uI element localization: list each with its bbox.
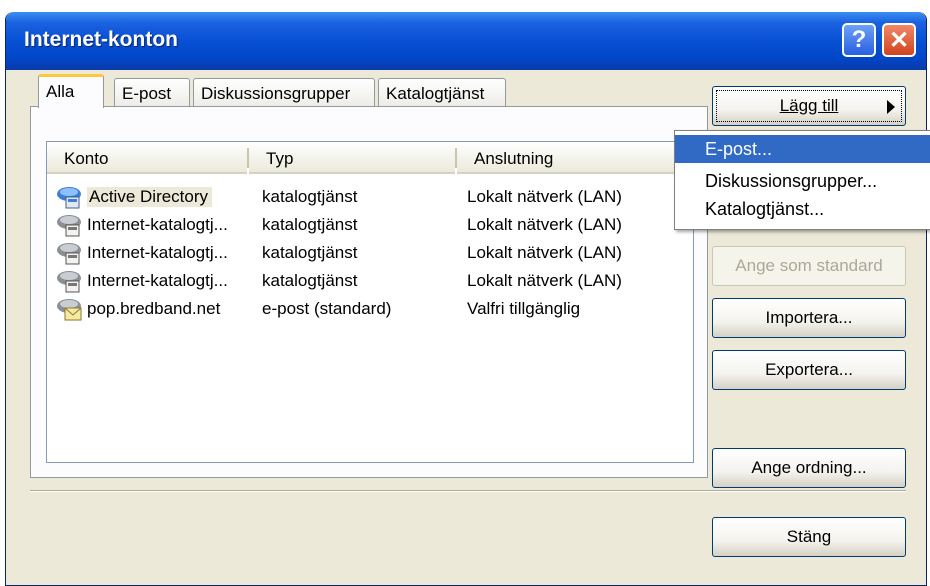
close-label: Stäng bbox=[786, 527, 832, 546]
account-name: Internet-katalogtj... bbox=[87, 243, 228, 262]
account-type: katalogtjänst bbox=[262, 187, 358, 206]
tab-e-post[interactable]: E-post bbox=[114, 78, 190, 108]
tab-label: E-post bbox=[122, 84, 172, 103]
account-type: e-post (standard) bbox=[262, 299, 392, 318]
help-glyph: ? bbox=[851, 26, 867, 53]
account-connection: Lokalt nätverk (LAN) bbox=[467, 271, 622, 290]
add-button-label: Lägg till bbox=[779, 96, 839, 115]
set-order-button[interactable]: Ange ordning... bbox=[712, 448, 906, 488]
submenu-arrow-icon bbox=[887, 100, 895, 114]
account-connection: Lokalt nätverk (LAN) bbox=[467, 187, 622, 206]
accounts-list[interactable]: Konto Typ Anslutning Active Directory ka… bbox=[46, 141, 694, 463]
account-name: Internet-katalogtj... bbox=[87, 215, 228, 234]
column-header-konto[interactable]: Konto bbox=[47, 142, 247, 174]
window-title: Internet-konton bbox=[24, 28, 178, 51]
set-default-label: Ange som standard bbox=[735, 256, 883, 275]
directory-service-icon bbox=[57, 243, 81, 265]
list-item[interactable]: Active Directory katalogtjänst Lokalt nä… bbox=[47, 184, 693, 210]
question-icon[interactable]: ? bbox=[842, 23, 876, 57]
list-item[interactable]: Internet-katalogtj... katalogtjänst Loka… bbox=[47, 212, 693, 238]
list-item[interactable]: Internet-katalogtj... katalogtjänst Loka… bbox=[47, 268, 693, 294]
tab-label: Katalogtjänst bbox=[386, 84, 485, 103]
export-button[interactable]: Exportera... bbox=[712, 350, 906, 390]
import-button[interactable]: Importera... bbox=[712, 298, 906, 338]
export-label: Exportera... bbox=[765, 360, 853, 379]
tab-panel: Konto Typ Anslutning Active Directory ka… bbox=[30, 106, 708, 478]
menu-item-label: Diskussionsgrupper... bbox=[705, 171, 878, 191]
tab-katalogtjanst[interactable]: Katalogtjänst bbox=[378, 78, 506, 108]
menu-item-label: Katalogtjänst... bbox=[705, 199, 825, 219]
add-button[interactable]: Lägg till bbox=[712, 86, 906, 126]
account-type: katalogtjänst bbox=[262, 215, 358, 234]
tab-alla[interactable]: Alla bbox=[38, 74, 104, 108]
directory-service-icon bbox=[57, 271, 81, 293]
list-item[interactable]: pop.bredband.net e-post (standard) Valfr… bbox=[47, 296, 693, 322]
list-item[interactable]: Internet-katalogtj... katalogtjänst Loka… bbox=[47, 240, 693, 266]
set-default-button[interactable]: Ange som standard bbox=[712, 246, 906, 286]
mail-account-icon bbox=[57, 299, 82, 321]
account-connection: Lokalt nätverk (LAN) bbox=[467, 243, 622, 262]
account-connection: Lokalt nätverk (LAN) bbox=[467, 215, 622, 234]
column-header-typ[interactable]: Typ bbox=[249, 142, 455, 174]
column-header-label: Konto bbox=[64, 149, 109, 168]
title-bar[interactable]: Internet-konton ? ✕ bbox=[6, 12, 926, 70]
account-type: katalogtjänst bbox=[262, 271, 358, 290]
close-glyph: ✕ bbox=[888, 26, 910, 54]
menu-item-e-post[interactable]: E-post... bbox=[675, 135, 930, 163]
tab-label: Alla bbox=[46, 82, 75, 101]
account-name: Active Directory bbox=[87, 187, 213, 207]
directory-service-icon bbox=[57, 187, 81, 209]
separator-line bbox=[30, 490, 906, 492]
column-header-label: Typ bbox=[266, 149, 294, 168]
import-label: Importera... bbox=[765, 308, 853, 327]
close-x-icon[interactable]: ✕ bbox=[882, 23, 916, 57]
menu-item-diskussionsgrupper[interactable]: Diskussionsgrupper... bbox=[675, 167, 930, 195]
account-name: Internet-katalogtj... bbox=[87, 271, 228, 290]
close-button[interactable]: Stäng bbox=[712, 517, 906, 557]
account-name: pop.bredband.net bbox=[87, 299, 221, 318]
directory-service-icon bbox=[57, 215, 81, 237]
menu-item-label: E-post... bbox=[705, 139, 773, 159]
add-submenu: E-post... Diskussionsgrupper... Katalogt… bbox=[674, 130, 930, 230]
tab-diskussionsgrupper[interactable]: Diskussionsgrupper bbox=[193, 78, 375, 108]
column-header-label: Anslutning bbox=[474, 149, 554, 168]
tab-label: Diskussionsgrupper bbox=[201, 84, 351, 103]
account-connection: Valfri tillgänglig bbox=[467, 299, 581, 318]
column-header-anslutning[interactable]: Anslutning bbox=[457, 142, 693, 174]
account-type: katalogtjänst bbox=[262, 243, 358, 262]
set-order-label: Ange ordning... bbox=[751, 458, 867, 477]
menu-item-katalogtjanst[interactable]: Katalogtjänst... bbox=[675, 195, 930, 223]
